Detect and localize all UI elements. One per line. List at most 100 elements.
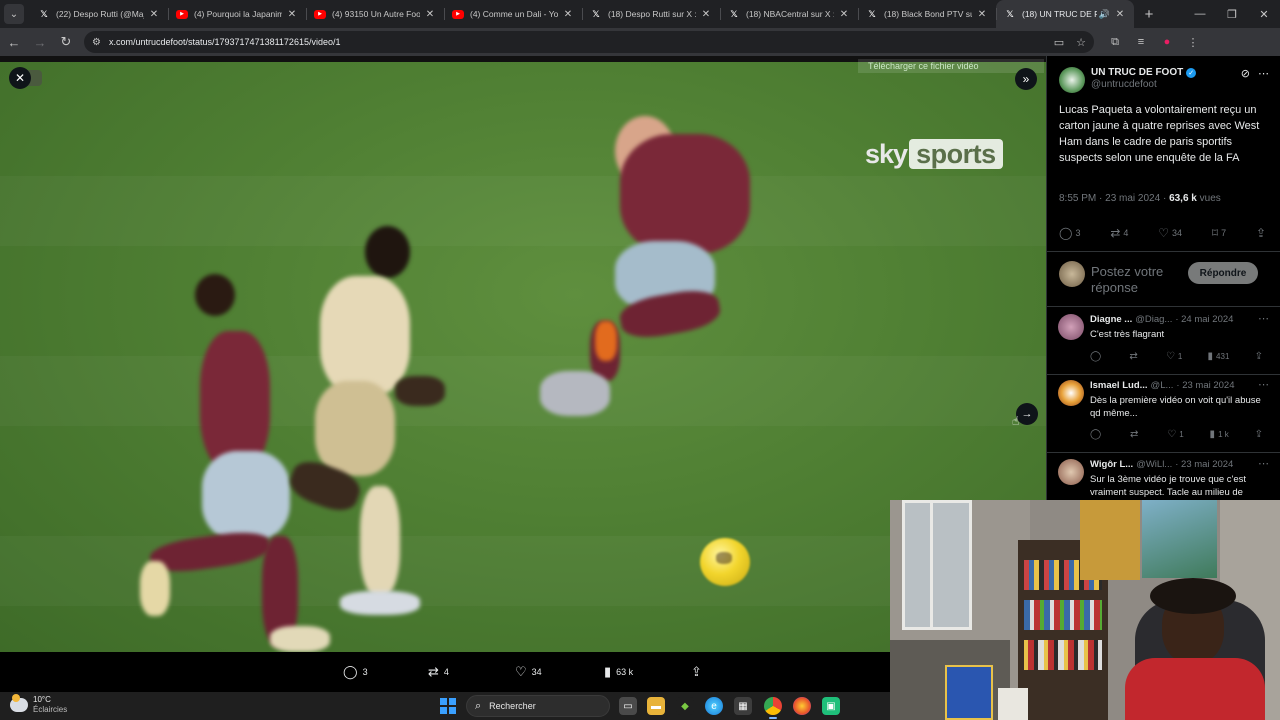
- more-options-icon[interactable]: ⋯: [1258, 67, 1269, 80]
- file-explorer-icon[interactable]: ▬: [647, 697, 665, 715]
- tab-title: (18) NBACentral sur X : "V: [746, 9, 834, 19]
- tab-close-icon[interactable]: ✕: [148, 9, 160, 20]
- edge-browser-icon[interactable]: e: [705, 697, 723, 715]
- video-reply-button[interactable]: ◯ 3: [343, 664, 368, 680]
- tab-search-chevron-icon[interactable]: ⌄: [4, 4, 24, 24]
- like-button[interactable]: ♡ 1: [1166, 351, 1182, 362]
- firefox-icon[interactable]: [793, 697, 811, 715]
- tab-close-icon[interactable]: ✕: [424, 9, 436, 20]
- task-view-icon[interactable]: ▭: [619, 697, 637, 715]
- author-handle[interactable]: @untrucdefoot: [1091, 79, 1196, 90]
- pitch-stripe: [0, 176, 1046, 246]
- video-views-button[interactable]: ▮ 63 k: [604, 664, 633, 680]
- author-name[interactable]: UN TRUC DE FOOT ✓: [1091, 67, 1197, 78]
- windows-start-icon[interactable]: [440, 698, 456, 714]
- video-repost-button[interactable]: ⇄ 4: [428, 664, 449, 680]
- nvidia-icon[interactable]: ◆: [676, 697, 694, 715]
- reply-bubble-icon: ◯: [1090, 351, 1102, 362]
- close-video-icon[interactable]: ✕: [9, 67, 31, 89]
- more-options-icon[interactable]: ⋯: [1258, 378, 1269, 391]
- more-options-icon[interactable]: ⋯: [1258, 457, 1269, 470]
- extensions-icon[interactable]: ⧉: [1102, 30, 1128, 54]
- tweet-author[interactable]: UN TRUC DE FOOT ✓ @untrucdefoot ⊘ ⋯: [1059, 67, 1273, 93]
- tab-close-icon[interactable]: ✕: [838, 9, 850, 20]
- reload-icon[interactable]: ↻: [54, 30, 78, 54]
- cast-icon[interactable]: ▭: [1054, 36, 1064, 49]
- comment-avatar[interactable]: [1058, 380, 1084, 406]
- reply-composer: Postez votre réponse Répondre: [1059, 261, 1273, 297]
- streaming-app-icon[interactable]: ▣: [822, 697, 840, 715]
- grok-icon[interactable]: ⊘: [1241, 67, 1250, 80]
- reply-button[interactable]: ◯: [1090, 429, 1104, 440]
- reply-button[interactable]: ◯ 3: [1059, 226, 1080, 240]
- repost-button[interactable]: ⇄: [1130, 429, 1141, 440]
- browser-tab[interactable]: 𝕏 (22) Despo Rutti (@Majst ✕: [30, 0, 168, 28]
- comment-item[interactable]: Wigôr L... @WiLl... · 23 mai 2024 ⋯ Sur …: [1047, 453, 1280, 500]
- weather-widget[interactable]: 10°C Éclaircies: [10, 694, 67, 715]
- media-controls-icon[interactable]: ≡: [1128, 30, 1154, 54]
- comment-avatar[interactable]: [1058, 314, 1084, 340]
- tab-close-icon[interactable]: ✕: [286, 9, 298, 20]
- more-options-icon[interactable]: ⋯: [1258, 312, 1269, 325]
- profile-avatar-icon[interactable]: ●: [1154, 30, 1180, 54]
- repost-button[interactable]: ⇄: [1129, 351, 1140, 362]
- comment-avatar[interactable]: [1058, 459, 1084, 485]
- comment-header: Ismael Lud... @L... · 23 mai 2024: [1090, 380, 1235, 391]
- like-button[interactable]: ♡ 1: [1167, 429, 1183, 440]
- browser-tab[interactable]: ▶ (4) Comme un Dali - YouT ✕: [444, 0, 582, 28]
- restore-icon[interactable]: ❐: [1216, 0, 1248, 28]
- browser-tab[interactable]: 𝕏 (18) UN TRUC DE FOO🔊 ✕: [996, 0, 1134, 28]
- repost-button[interactable]: ⇄ 4: [1110, 226, 1128, 240]
- browser-tab[interactable]: 𝕏 (18) Black Bond PTV sur X ✕: [858, 0, 996, 28]
- bookmark-star-icon[interactable]: ☆: [1076, 36, 1086, 49]
- window-close-icon[interactable]: ✕: [1248, 0, 1280, 28]
- address-bar[interactable]: ⚙ x.com/untrucdefoot/status/179371747138…: [84, 31, 1094, 53]
- browser-tab[interactable]: 𝕏 (18) NBACentral sur X : "V ✕: [720, 0, 858, 28]
- url-text[interactable]: x.com/untrucdefoot/status/17937174713811…: [109, 37, 1042, 47]
- share-button[interactable]: ⇪: [1255, 351, 1266, 362]
- player-shorts: [202, 451, 290, 541]
- video-share-button[interactable]: ⇪: [691, 664, 707, 680]
- browser-tab[interactable]: ▶ (4) Pourquoi la Japanimati ✕: [168, 0, 306, 28]
- reply-button[interactable]: ◯: [1090, 351, 1104, 362]
- tab-close-icon[interactable]: ✕: [700, 9, 712, 20]
- minimize-icon[interactable]: —: [1184, 0, 1216, 28]
- views-button[interactable]: ▮ 431: [1208, 351, 1230, 362]
- bookmark-button[interactable]: ⌑ 7: [1212, 226, 1226, 240]
- chrome-browser-icon[interactable]: [764, 697, 782, 719]
- comment-item[interactable]: Diagne ... @Diag... · 24 mai 2024 ⋯ C'es…: [1047, 308, 1280, 374]
- tab-title: (4) 93150 Un Autre Footh: [332, 9, 420, 19]
- video-like-button[interactable]: ♡ 34: [515, 664, 542, 680]
- taskbar-search[interactable]: ⌕ Rechercher: [466, 695, 610, 717]
- reply-bubble-icon: ◯: [1090, 429, 1102, 440]
- comment-text: Dès la première vidéo on voit qu'il abus…: [1090, 395, 1261, 419]
- views-button[interactable]: ▮ 1 k: [1210, 429, 1229, 440]
- tab-close-icon[interactable]: ✕: [976, 9, 988, 20]
- browser-menu-icon[interactable]: ⋮: [1180, 30, 1206, 54]
- share-button[interactable]: ⇪: [1256, 226, 1269, 240]
- tab-close-icon[interactable]: ✕: [562, 9, 574, 20]
- author-avatar[interactable]: [1059, 67, 1085, 93]
- tab-strip: ⌄ 𝕏 (22) Despo Rutti (@Majst ✕ ▶ (4) Pourquo…: [0, 0, 1280, 28]
- like-button[interactable]: ♡ 34: [1158, 226, 1182, 240]
- player-boot: [270, 626, 330, 652]
- reply-submit-button[interactable]: Répondre: [1188, 262, 1258, 284]
- browser-tab[interactable]: ▶ (4) 93150 Un Autre Footh ✕: [306, 0, 444, 28]
- comment-item[interactable]: Ismael Lud... @L... · 23 mai 2024 ⋯ Dès …: [1047, 374, 1280, 440]
- tweet-timestamp[interactable]: 8:55 PM · 23 mai 2024 ·: [1059, 193, 1169, 204]
- download-video-label[interactable]: Télécharger ce fichier vidéo: [858, 59, 1044, 73]
- player-shorts: [315, 381, 395, 476]
- expand-panel-icon[interactable]: »: [1015, 68, 1037, 90]
- tweet-meta: 8:55 PM · 23 mai 2024 · 63,6 k vues: [1059, 193, 1221, 204]
- site-info-icon[interactable]: ⚙: [92, 37, 101, 48]
- browser-tab[interactable]: 𝕏 (18) Despo Rutti sur X : "h ✕: [582, 0, 720, 28]
- store-icon[interactable]: ▦: [734, 697, 752, 715]
- forward-arrow-icon[interactable]: →: [28, 30, 52, 54]
- tab-audio-icon[interactable]: 🔊: [1099, 9, 1110, 20]
- tab-close-icon[interactable]: ✕: [1114, 9, 1126, 20]
- new-tab-plus-icon[interactable]: +: [1138, 3, 1160, 25]
- share-button[interactable]: ⇪: [1255, 429, 1266, 440]
- divider: [1047, 306, 1280, 307]
- back-arrow-icon[interactable]: ←: [2, 30, 26, 54]
- reply-input[interactable]: Postez votre réponse: [1091, 264, 1187, 296]
